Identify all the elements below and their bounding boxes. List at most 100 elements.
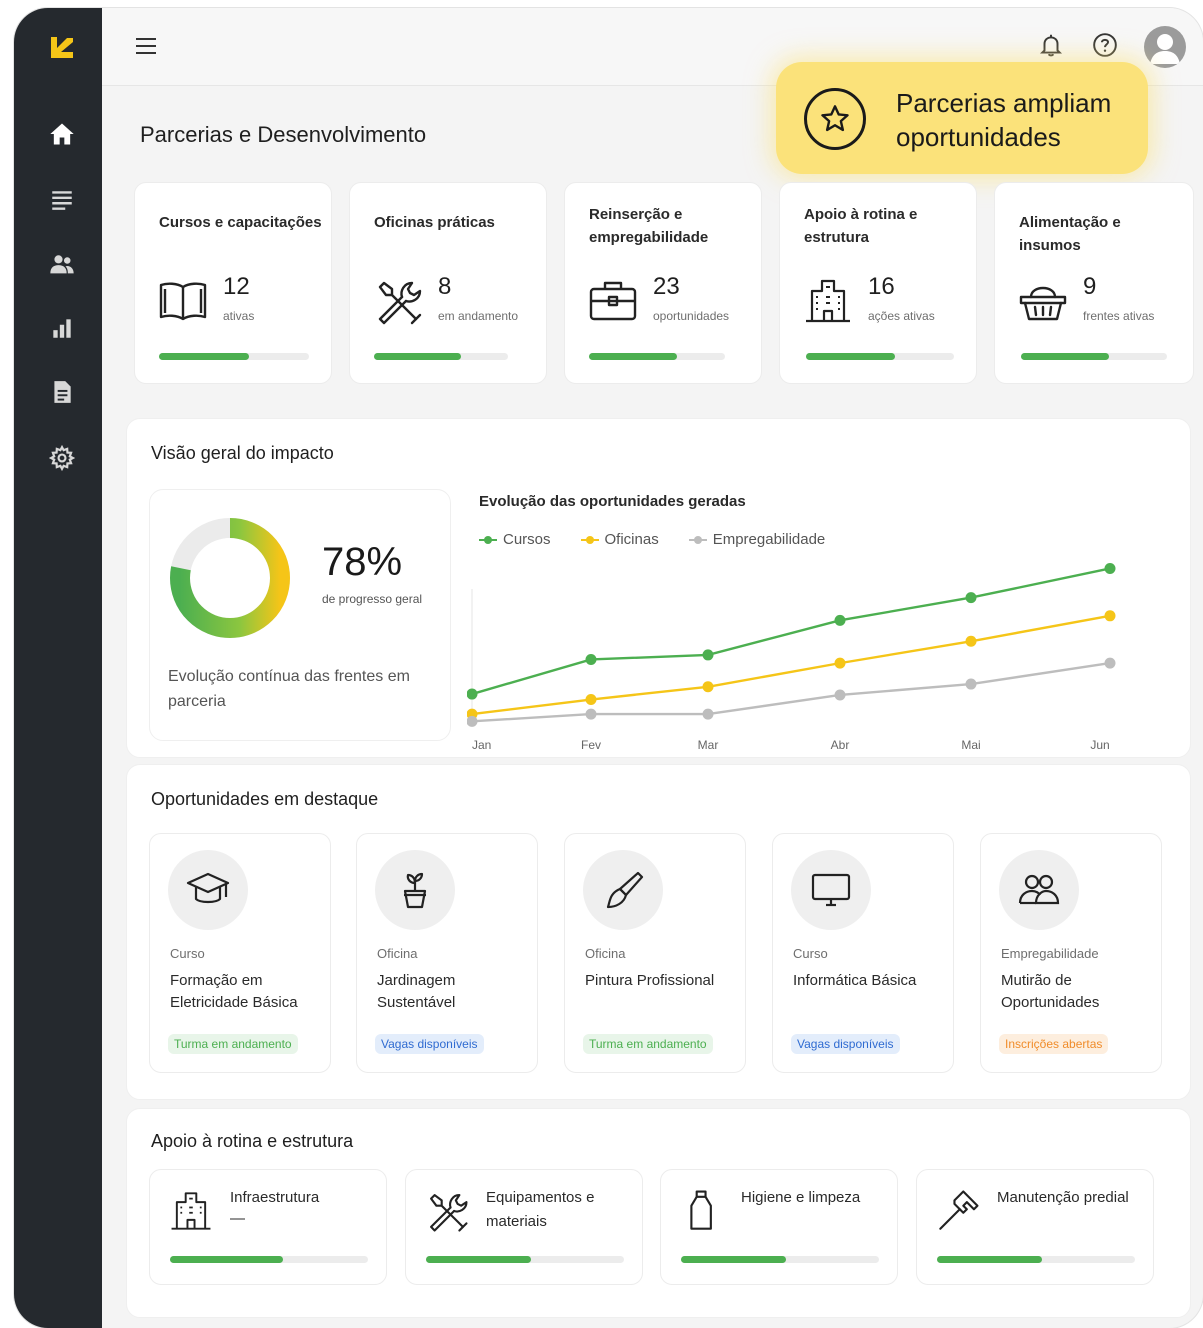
- hammer-icon: [939, 1190, 979, 1230]
- data-point-cursos: [965, 592, 977, 604]
- status-badge: Inscrições abertas: [999, 1034, 1109, 1054]
- opportunity-category: Curso: [793, 946, 828, 961]
- data-point-empregabilidade: [585, 708, 597, 720]
- opportunity-name: Formação em Eletricidade Básica: [170, 972, 298, 1011]
- opportunity-card[interactable]: Curso Informática Básica Vagas disponíve…: [772, 833, 954, 1073]
- nav-list[interactable]: [42, 180, 82, 220]
- stat-card-alimentacao[interactable]: Alimentação e insumos 9 frentes ativas: [994, 182, 1194, 384]
- basket-icon: [1019, 286, 1067, 321]
- graduation-cap-icon: [186, 872, 230, 904]
- opportunity-name: Mutirão de Oportunidades: [1001, 972, 1100, 1011]
- sidebar: [14, 8, 102, 1328]
- bell-icon[interactable]: [1038, 32, 1064, 58]
- status-badge: Vagas disponíveis: [375, 1034, 484, 1054]
- stat-sub: frentes ativas: [1083, 309, 1155, 323]
- nav-home[interactable]: [42, 114, 82, 154]
- user-avatar-icon[interactable]: [1144, 26, 1186, 68]
- stat-card-cursos[interactable]: Cursos e capacitações 12 ativas: [134, 182, 332, 384]
- opportunity-card[interactable]: Oficina Jardinagem Sustentável Vagas dis…: [356, 833, 538, 1073]
- support-card[interactable]: Infraestrutura —: [149, 1169, 387, 1285]
- support-card[interactable]: Manutenção predial: [916, 1169, 1154, 1285]
- building-icon: [806, 279, 850, 323]
- support-card[interactable]: Equipamentos e materiais: [405, 1169, 643, 1285]
- donut-percent-label: de progresso geral: [322, 592, 423, 606]
- progress-bar-fill: [681, 1256, 786, 1263]
- series-line-oficinas: [471, 614, 1111, 716]
- x-tick-label: Fev: [581, 738, 601, 752]
- document-icon: [54, 381, 71, 403]
- support-panel: Apoio à rotina e estrutura Infraestrutur…: [126, 1108, 1191, 1318]
- progress-bar: [681, 1256, 879, 1263]
- nav-settings[interactable]: [42, 438, 82, 478]
- progress-bar-fill: [374, 353, 462, 360]
- stat-title: Alimentação e insumos: [1019, 214, 1121, 254]
- stat-sub: ativas: [223, 309, 255, 323]
- stat-value: 9: [1083, 273, 1097, 300]
- status-badge: Turma em andamento: [168, 1034, 298, 1054]
- opportunity-card[interactable]: Oficina Pintura Profissional Turma em an…: [564, 833, 746, 1073]
- opportunity-category: Curso: [170, 946, 205, 961]
- plant-icon: [403, 872, 427, 909]
- x-tick-label: Jan: [472, 738, 491, 752]
- stat-title: Reinserção e empregabilidade: [589, 206, 709, 246]
- data-point-cursos: [585, 653, 597, 665]
- progress-bar-fill: [426, 1256, 531, 1263]
- stat-title: Cursos e capacitações: [159, 214, 322, 231]
- progress-bar: [806, 353, 954, 360]
- progress-bar-fill: [159, 353, 249, 360]
- data-point-cursos: [467, 688, 478, 700]
- progress-bar-fill: [937, 1256, 1042, 1263]
- progress-bar: [374, 353, 508, 360]
- chart-title: Evolução das oportunidades geradas: [479, 493, 746, 510]
- progress-bar: [426, 1256, 624, 1263]
- stat-card-oficinas[interactable]: Oficinas práticas 8 em andamento: [349, 182, 547, 384]
- briefcase-icon: [589, 281, 637, 321]
- x-tick-label: Mar: [698, 738, 719, 752]
- nav-reports[interactable]: [42, 308, 82, 348]
- donut-caption: Evolução contínua das frentes em parceri…: [168, 668, 410, 710]
- stat-card-reinsercao[interactable]: Reinserção e empregabilidade 23 oportuni…: [564, 182, 762, 384]
- list-icon: [52, 191, 72, 210]
- book-icon: [159, 282, 207, 321]
- bar-chart-icon: [53, 319, 71, 338]
- menu-icon[interactable]: [134, 34, 158, 58]
- data-point-empregabilidade: [965, 678, 977, 690]
- progress-bar: [1021, 353, 1167, 360]
- nav-documents[interactable]: [42, 372, 82, 412]
- logo-icon: [51, 37, 73, 58]
- paintbrush-icon: [606, 871, 644, 909]
- x-tick-label: Jun: [1090, 738, 1109, 752]
- opportunity-name: Pintura Profissional: [585, 972, 715, 989]
- data-point-oficinas: [965, 635, 977, 647]
- stat-title: Oficinas práticas: [374, 214, 495, 231]
- opportunity-card[interactable]: Empregabilidade Mutirão de Oportunidades…: [980, 833, 1162, 1073]
- support-card[interactable]: Higiene e limpeza: [660, 1169, 898, 1285]
- data-point-cursos: [1104, 562, 1116, 574]
- progress-bar-fill: [170, 1256, 283, 1263]
- building-icon: [171, 1192, 211, 1230]
- progress-bar-fill: [1021, 353, 1109, 360]
- opportunity-card[interactable]: Curso Formação em Eletricidade Básica Tu…: [149, 833, 331, 1073]
- status-badge: Vagas disponíveis: [791, 1034, 900, 1054]
- support-card-title: Manutenção predial: [997, 1189, 1129, 1206]
- stat-value: 16: [868, 273, 895, 300]
- progress-bar: [159, 353, 309, 360]
- home-icon: [50, 123, 74, 145]
- callout-banner: Parcerias ampliam oportunidades: [776, 62, 1148, 174]
- support-title: Apoio à rotina e estrutura: [151, 1131, 354, 1151]
- people-group-icon: [1018, 874, 1060, 905]
- data-point-oficinas: [585, 694, 597, 706]
- nav-users[interactable]: [42, 244, 82, 284]
- donut-card: 78% de progresso geral Evolução contínua…: [149, 489, 451, 741]
- line-chart: Jan Fev Mar Abr Mai Jun: [467, 562, 1116, 752]
- data-point-empregabilidade: [834, 689, 846, 701]
- data-point-oficinas: [702, 681, 714, 693]
- stat-sub: oportunidades: [653, 309, 730, 323]
- donut-chart: [170, 518, 290, 638]
- data-point-empregabilidade: [467, 715, 478, 727]
- tools-icon: [378, 281, 422, 325]
- callout-text: Parcerias ampliam oportunidades: [896, 88, 1112, 152]
- help-icon[interactable]: [1092, 32, 1118, 58]
- stat-card-apoio[interactable]: Apoio à rotina e estrutura 16 ações ativ…: [779, 182, 977, 384]
- opportunity-icon-circle: [999, 850, 1079, 930]
